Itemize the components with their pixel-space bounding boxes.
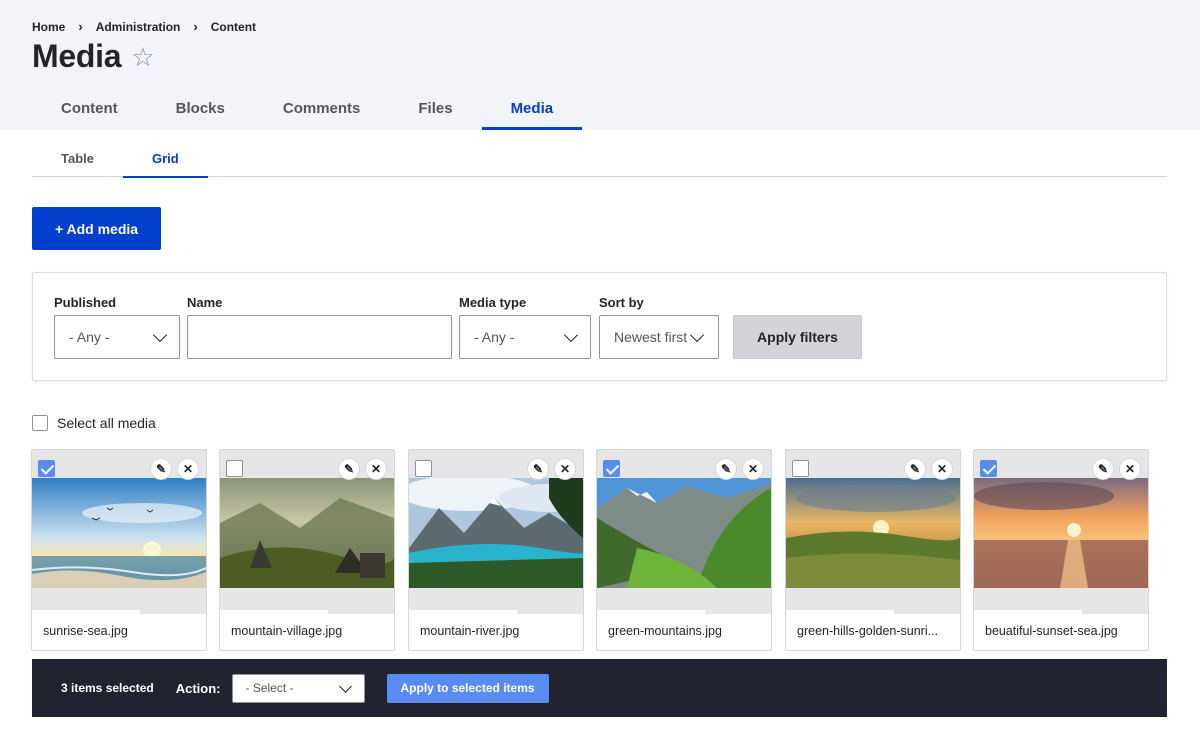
action-select[interactable]: - Select - [231, 673, 365, 703]
page-title: Media [32, 38, 122, 74]
media-filename: green-mountains.jpg [597, 614, 771, 650]
name-label: Name [187, 295, 223, 310]
media-select [792, 460, 809, 482]
name-filter: Name [187, 295, 452, 359]
select-all-row: Select all media [32, 415, 156, 431]
select-all-checkbox[interactable] [32, 415, 48, 431]
breadcrumb-content[interactable]: Content [211, 20, 256, 34]
pencil-icon[interactable]: ✎ [150, 458, 172, 480]
media-filename: sunrise-sea.jpg [32, 614, 206, 650]
media-filename: green-hills-golden-sunri... [786, 614, 960, 650]
tab-files[interactable]: Files [389, 88, 481, 130]
breadcrumb-separator: › [78, 19, 83, 34]
selected-count: 3 items selected [61, 681, 154, 695]
bulk-actions-bar: 3 items selected Action: - Select - Appl… [32, 659, 1167, 717]
media-card[interactable]: ✎ ✕ beuatiful-sunset-sea.jpg [973, 449, 1149, 651]
published-select[interactable]: - Any - [54, 315, 180, 359]
breadcrumb-separator: › [193, 19, 198, 34]
media-thumbnail[interactable] [32, 478, 206, 588]
media-type-label: Media type [459, 295, 527, 310]
published-select-value: - Any - [69, 329, 110, 345]
media-filename: mountain-village.jpg [220, 614, 394, 650]
sort-by-filter: Sort by Newest first [599, 295, 719, 359]
published-filter: Published - Any - [54, 295, 180, 359]
media-checkbox[interactable] [415, 460, 432, 477]
media-thumbnail[interactable] [409, 478, 583, 588]
page-title-row: Media ☆ [32, 38, 155, 75]
sort-by-label: Sort by [599, 295, 644, 310]
media-select [415, 460, 432, 482]
close-icon[interactable]: ✕ [177, 458, 199, 480]
media-card[interactable]: ✎ ✕ mountain-village.jpg [219, 449, 395, 651]
media-select [226, 460, 243, 482]
tab-blocks[interactable]: Blocks [147, 88, 254, 130]
close-icon[interactable]: ✕ [931, 458, 953, 480]
tab-comments[interactable]: Comments [254, 88, 390, 130]
breadcrumb-administration[interactable]: Administration [96, 20, 181, 34]
pencil-icon[interactable]: ✎ [1092, 458, 1114, 480]
media-checkbox[interactable] [226, 460, 243, 477]
media-checkbox[interactable] [38, 460, 55, 477]
media-card[interactable]: ✎ ✕ green-hills-golden-sunri... [785, 449, 961, 651]
media-thumbnail[interactable] [974, 478, 1148, 588]
apply-filters-button[interactable]: Apply filters [733, 315, 862, 359]
action-select-value: - Select - [245, 680, 294, 695]
apply-to-selected-button[interactable]: Apply to selected items [386, 673, 549, 703]
media-filename: mountain-river.jpg [409, 614, 583, 650]
chevron-down-icon [563, 327, 579, 343]
media-thumbnail[interactable] [597, 478, 771, 588]
published-label: Published [54, 295, 117, 310]
close-icon[interactable]: ✕ [742, 458, 764, 480]
close-icon[interactable]: ✕ [554, 458, 576, 480]
pencil-icon[interactable]: ✎ [338, 458, 360, 480]
breadcrumb: Home › Administration › Content [32, 19, 256, 34]
media-checkbox[interactable] [980, 460, 997, 477]
sort-by-select-value: Newest first [614, 329, 688, 345]
close-icon[interactable]: ✕ [1119, 458, 1141, 480]
media-card[interactable]: ✎ ✕ sunrise-sea.jpg [31, 449, 207, 651]
chevron-down-icon [689, 327, 705, 343]
action-label: Action: [175, 680, 221, 696]
primary-tabs: Content Blocks Comments Files Media [32, 88, 582, 130]
media-card[interactable]: ✎ ✕ green-mountains.jpg [596, 449, 772, 651]
close-icon[interactable]: ✕ [365, 458, 387, 480]
page-header: Home › Administration › Content Media ☆ … [0, 0, 1200, 130]
media-checkbox[interactable] [603, 460, 620, 477]
chevron-down-icon [152, 327, 168, 343]
tab-content[interactable]: Content [32, 88, 147, 130]
media-type-filter: Media type - Any - [459, 295, 591, 359]
media-thumbnail[interactable] [220, 478, 394, 588]
chevron-down-icon [338, 679, 352, 693]
filters-panel: Published - Any - Name Media type - Any … [32, 272, 1167, 381]
tab-table[interactable]: Table [32, 142, 123, 177]
name-input[interactable] [187, 315, 452, 359]
pencil-icon[interactable]: ✎ [527, 458, 549, 480]
media-select [603, 460, 620, 482]
media-checkbox[interactable] [792, 460, 809, 477]
tab-media[interactable]: Media [481, 88, 583, 130]
breadcrumb-home[interactable]: Home [32, 20, 65, 34]
secondary-tabs: Table Grid [32, 142, 1167, 178]
media-filename: beuatiful-sunset-sea.jpg [974, 614, 1148, 650]
media-select [980, 460, 997, 482]
media-thumbnail[interactable] [786, 478, 960, 588]
sort-by-select[interactable]: Newest first [599, 315, 719, 359]
media-type-select[interactable]: - Any - [459, 315, 591, 359]
media-type-select-value: - Any - [474, 329, 515, 345]
media-select [38, 460, 55, 482]
tab-grid[interactable]: Grid [123, 142, 208, 178]
add-media-button[interactable]: + Add media [32, 207, 161, 250]
media-card[interactable]: ✎ ✕ mountain-river.jpg [408, 449, 584, 651]
select-all-label[interactable]: Select all media [57, 415, 156, 431]
star-outline-icon[interactable]: ☆ [131, 44, 154, 70]
pencil-icon[interactable]: ✎ [904, 458, 926, 480]
pencil-icon[interactable]: ✎ [715, 458, 737, 480]
